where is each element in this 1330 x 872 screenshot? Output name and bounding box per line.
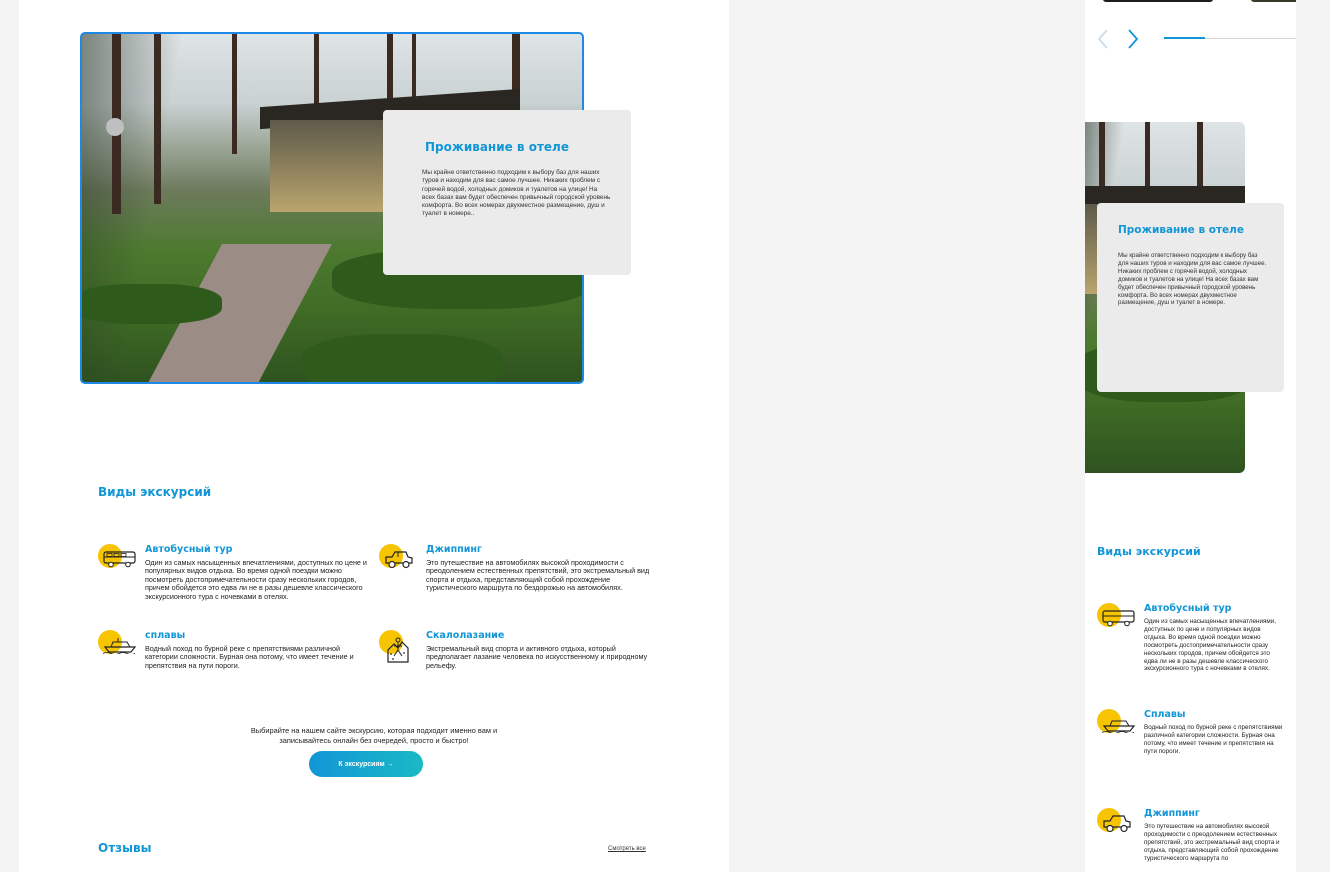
- excursion-title: Джиппинг: [426, 544, 482, 555]
- slider-thumb[interactable]: [1251, 0, 1296, 2]
- excursion-title: Автобусный тур: [145, 544, 233, 555]
- excursion-item-climbing[interactable]: Скалолазание Экстремальный вид спорта и …: [379, 630, 649, 680]
- excursions-title: Виды экскурсий: [1097, 545, 1201, 558]
- excursion-text: Один из самых насыщенных впечатлениями, …: [1144, 618, 1276, 673]
- chevron-left-icon[interactable]: [1093, 29, 1113, 49]
- excursion-item-bus[interactable]: Автобусный тур Один из самых насыщенных …: [1097, 603, 1287, 693]
- boat-icon: [98, 630, 137, 664]
- excursion-item-bus[interactable]: Автобусный тур Один из самых насыщенных …: [98, 544, 368, 614]
- hotel-card-title: Проживание в отеле: [425, 140, 569, 154]
- hotel-card-text: Мы крайне ответственно подходим к выбору…: [1118, 252, 1267, 307]
- boat-icon: [1097, 709, 1136, 743]
- desktop-frame: Проживание в отеле Мы крайне ответственн…: [19, 0, 729, 872]
- hotel-card-text: Мы крайне ответственно подходим к выбору…: [422, 169, 611, 218]
- excursion-text: Один из самых насыщенных впечатлениями, …: [145, 558, 367, 601]
- excursion-title: Джиппинг: [1144, 808, 1200, 819]
- see-all-link[interactable]: Смотреть все: [608, 846, 646, 852]
- excursion-title: Скалолазание: [426, 630, 505, 641]
- mobile-frame: Проживание в отеле Мы крайне ответственн…: [1085, 0, 1296, 872]
- hotel-card-title: Проживание в отеле: [1118, 224, 1244, 236]
- climbing-icon: [379, 630, 417, 664]
- excursion-text: Водный поход по бурной реке с препятстви…: [145, 644, 354, 670]
- excursion-title: сплавы: [145, 630, 186, 641]
- jeep-icon: [379, 544, 417, 578]
- excursions-title: Виды экскурсий: [98, 485, 212, 499]
- hotel-card: Проживание в отеле Мы крайне ответственн…: [1097, 203, 1284, 392]
- jeep-icon: [1097, 808, 1135, 842]
- excursion-text: Это путешествие на автомобилях высокой п…: [1144, 823, 1280, 862]
- excursion-text: Экстремальный вид спорта и активного отд…: [426, 644, 648, 670]
- chevron-right-icon[interactable]: [1123, 29, 1143, 49]
- to-excursions-button[interactable]: К экскурсиям →: [309, 751, 423, 777]
- reviews-title: Отзывы: [98, 841, 152, 855]
- slider-thumb[interactable]: [1103, 0, 1213, 2]
- bus-icon: [98, 544, 136, 578]
- slider-progress-fill: [1164, 37, 1205, 39]
- excursion-item-rafting[interactable]: Сплавы Водный поход по бурной реке с пре…: [1097, 709, 1287, 769]
- excursion-item-jeep[interactable]: Джиппинг Это путешествие на автомобилях …: [1097, 808, 1287, 872]
- excursion-item-rafting[interactable]: сплавы Водный поход по бурной реке с пре…: [98, 630, 368, 680]
- hotel-card: Проживание в отеле Мы крайне ответственн…: [383, 110, 631, 275]
- excursion-title: Автобусный тур: [1144, 603, 1232, 614]
- bus-icon: [1097, 603, 1135, 637]
- excursion-text: Это путешествие на автомобилях высокой п…: [426, 558, 650, 593]
- cta-text: Выбирайте на нашем сайте экскурсию, кото…: [250, 726, 498, 745]
- excursion-text: Водный поход по бурной реке с препятстви…: [1144, 724, 1283, 755]
- excursion-item-jeep[interactable]: Джиппинг Это путешествие на автомобилях …: [379, 544, 649, 614]
- excursion-title: Сплавы: [1144, 709, 1186, 720]
